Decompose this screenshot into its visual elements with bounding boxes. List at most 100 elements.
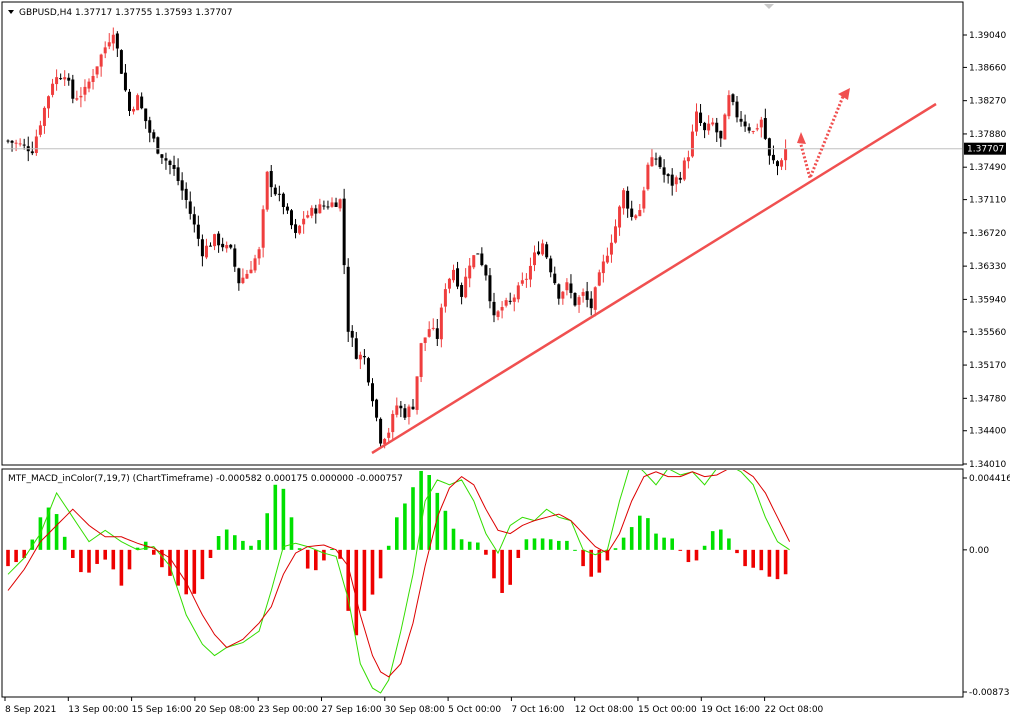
time-tick-label: 27 Sep 16:00 [322, 705, 382, 715]
histogram-bar [710, 531, 715, 550]
candle-body [306, 215, 310, 218]
candle-body [407, 406, 411, 418]
candle-body [128, 91, 131, 111]
price-panel-frame [1, 1, 964, 466]
candle-body [253, 258, 257, 271]
histogram-bar [565, 540, 569, 550]
histogram-bar [257, 540, 261, 550]
histogram-bar [95, 549, 99, 564]
candle-body [609, 242, 613, 255]
candle-body [229, 244, 233, 248]
candle-body [399, 405, 403, 409]
candle-body [634, 215, 638, 219]
candle-body [273, 187, 277, 195]
price-tick-label: 1.36330 [969, 262, 1006, 272]
histogram-bar [265, 513, 269, 550]
candle-body [302, 218, 306, 225]
candle-body [690, 131, 694, 157]
candle-body [480, 253, 484, 266]
candle-body [261, 209, 265, 248]
candle-body [269, 171, 273, 188]
candle-body [431, 327, 435, 329]
candle-body [91, 76, 95, 82]
candle-body [362, 355, 366, 358]
histogram-bar [613, 548, 618, 550]
histogram-bar [241, 540, 245, 550]
histogram-bar [378, 549, 383, 579]
candle-body [699, 112, 703, 124]
candle-body [123, 72, 127, 91]
histogram-bar [386, 545, 391, 550]
histogram-bar [532, 538, 537, 550]
candle-body [310, 207, 314, 216]
histogram-bar [508, 549, 512, 585]
candle-body [484, 265, 488, 276]
candle-body [500, 307, 504, 311]
histogram-bar [751, 549, 755, 568]
candle-body [298, 225, 302, 234]
candle-body [371, 383, 374, 402]
candle-body [14, 142, 18, 144]
candle-body [379, 418, 383, 444]
candle-body [516, 285, 520, 300]
candle-body [528, 265, 532, 280]
candle-body [277, 193, 281, 195]
candle-body [557, 284, 561, 299]
candle-body [237, 268, 241, 284]
candle-body [759, 119, 763, 128]
price-tick-label: 1.35170 [969, 361, 1006, 371]
candle-body [111, 34, 115, 44]
candle-body [565, 282, 569, 291]
time-tick-label: 13 Sep 00:00 [68, 705, 128, 715]
histogram-bar [346, 549, 350, 611]
candle-body [686, 157, 690, 162]
histogram-bar [476, 542, 480, 550]
price-tick-label: 1.37110 [969, 196, 1006, 206]
histogram-bar [395, 517, 399, 550]
histogram-bar [305, 549, 310, 569]
histogram-bar [71, 549, 75, 558]
histogram-bar [654, 533, 658, 550]
chevron-down-icon[interactable] [8, 10, 14, 14]
price-tick-label: 1.39040 [969, 31, 1006, 41]
candle-body [55, 77, 59, 85]
candle-body [545, 244, 549, 258]
histogram-bar [314, 549, 318, 571]
candle-body [695, 111, 698, 132]
time-tick-label: 15 Oct 00:00 [638, 705, 697, 715]
histogram-bar [192, 549, 197, 594]
histogram-bar [500, 549, 504, 593]
histogram-bar [694, 549, 699, 561]
chart-shift-icon[interactable] [764, 4, 774, 9]
histogram-bar [719, 529, 723, 550]
candle-body [334, 202, 338, 207]
candle-body [711, 122, 715, 125]
histogram-bar [427, 475, 431, 550]
candle-body [650, 157, 654, 167]
histogram-bar [524, 539, 529, 550]
histogram-bar [702, 545, 707, 550]
candle-body [715, 122, 719, 133]
candle-body [593, 287, 597, 310]
histogram-bar [727, 538, 731, 550]
histogram-bar [767, 549, 772, 577]
price-tag-label: 1.37707 [967, 145, 1004, 155]
candle-body [249, 269, 253, 274]
time-tick-label: 19 Oct 16:00 [701, 705, 760, 715]
histogram-bar [443, 510, 448, 550]
candle-body [184, 188, 188, 200]
candle-body [115, 33, 119, 49]
candle-body [10, 140, 14, 143]
candle-body [642, 190, 646, 209]
histogram-bar [419, 470, 423, 550]
price-tick-label: 1.37880 [969, 130, 1006, 140]
histogram-bar [548, 539, 553, 550]
histogram-bar [249, 545, 253, 550]
candle-body [561, 291, 565, 299]
candle-body [322, 205, 326, 207]
candle-body [200, 239, 204, 257]
candle-body [233, 248, 237, 267]
histogram-bar [152, 549, 156, 555]
candle-body [391, 413, 395, 433]
candle-body [618, 206, 622, 228]
